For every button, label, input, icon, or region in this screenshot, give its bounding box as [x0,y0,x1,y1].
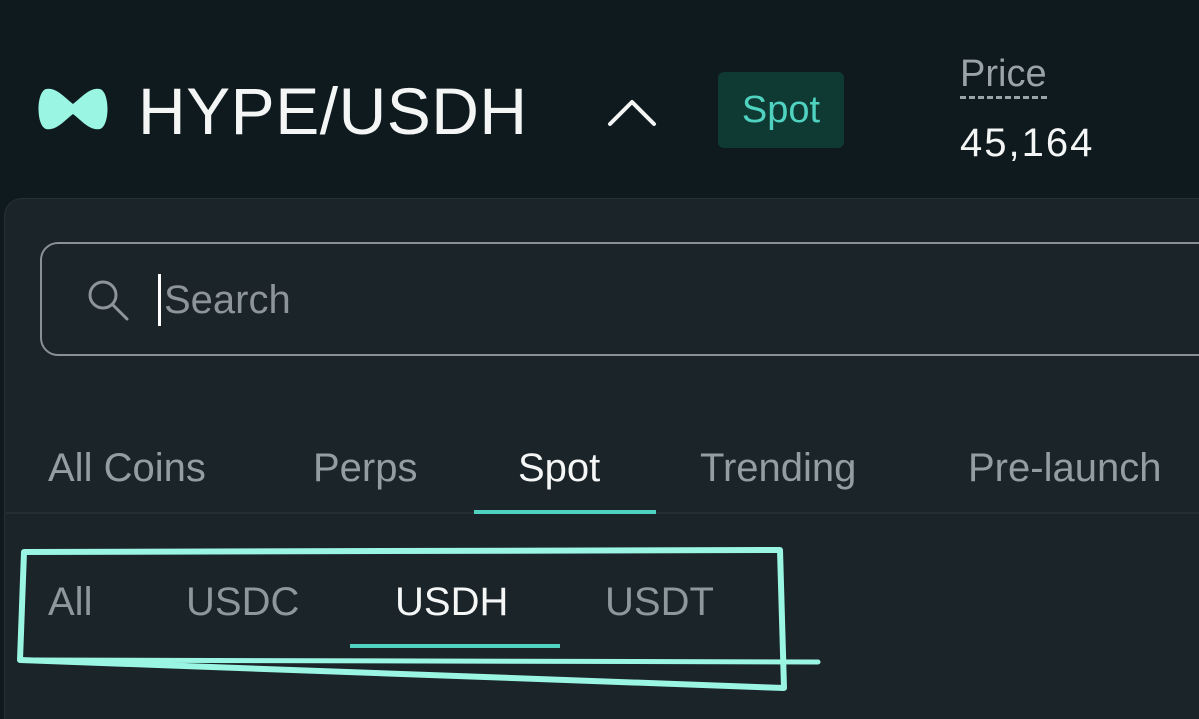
market-header: HYPE/USDH Spot Price 45,164 [0,0,1199,200]
subtab-usdc[interactable]: USDC [186,574,299,630]
text-cursor [158,274,161,326]
tab-trending[interactable]: Trending [700,440,856,496]
active-subtab-indicator [350,644,560,648]
market-type-badge: Spot [718,72,844,148]
tab-perps[interactable]: Perps [313,440,418,496]
active-tab-indicator [474,510,656,514]
search-input[interactable] [160,270,1064,330]
pair-selector-title[interactable]: HYPE/USDH [138,72,528,150]
hyperliquid-logo-icon [38,88,108,130]
price-label: Price [960,52,1047,99]
tab-spot[interactable]: Spot [518,440,600,496]
subtab-all[interactable]: All [48,574,92,630]
tab-pre-launch[interactable]: Pre-launch [968,440,1161,496]
search-icon [88,280,129,321]
price-value: 45,164 [960,121,1095,165]
tab-all-coins[interactable]: All Coins [48,440,206,496]
subtab-usdh[interactable]: USDH [395,574,508,630]
subtab-usdt[interactable]: USDT [605,574,714,630]
chevron-up-icon[interactable] [604,92,660,132]
